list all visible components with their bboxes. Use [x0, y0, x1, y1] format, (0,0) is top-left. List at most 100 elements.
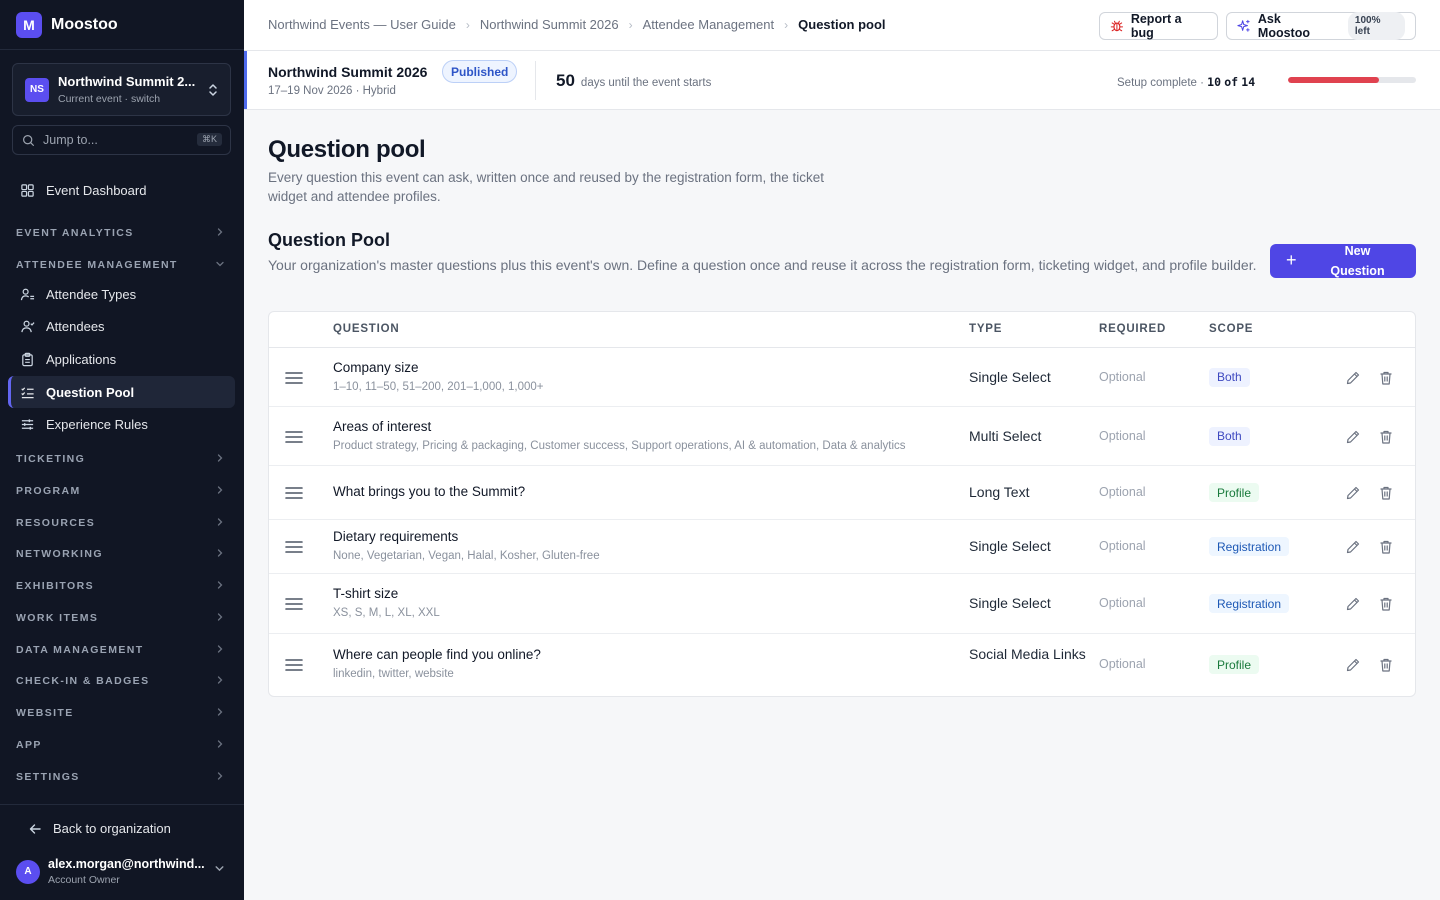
breadcrumb: Northwind Events — User Guide › Northwin… — [268, 17, 886, 32]
drag-handle-icon[interactable] — [285, 371, 303, 385]
top-bar: Northwind Events — User Guide › Northwin… — [244, 0, 1440, 51]
event-switcher[interactable]: NS Northwind Summit 2... Current event ·… — [12, 63, 231, 116]
setup-progress-text: Setup complete · 10 of 14 — [1117, 75, 1255, 89]
sidebar-item-applications[interactable]: Applications — [8, 343, 235, 375]
question-type: Long Text — [969, 484, 1030, 500]
question-title: Where can people find you online? — [333, 647, 541, 662]
status-badge: Published — [442, 60, 518, 83]
column-required[interactable]: REQUIRED — [1099, 323, 1166, 335]
event-name: Northwind Summit 2026 — [268, 64, 428, 80]
sidebar-item-attendee-types[interactable]: Attendee Types — [8, 278, 235, 310]
section-label: RESOURCES — [16, 517, 96, 529]
setup-label: Setup complete · — [1117, 77, 1204, 89]
sidebar-item-event-dashboard[interactable]: Event Dashboard — [8, 174, 235, 206]
breadcrumb-item[interactable]: Northwind Summit 2026 — [480, 17, 619, 32]
back-to-organization-link[interactable]: Back to organization — [28, 821, 171, 836]
pencil-icon[interactable] — [1345, 429, 1361, 445]
table-row[interactable]: T-shirt size XS, S, M, L, XL, XXL Single S… — [269, 574, 1415, 634]
drag-handle-icon[interactable] — [285, 540, 303, 554]
trash-icon[interactable] — [1378, 539, 1394, 555]
sidebar-item-label: Applications — [46, 351, 117, 367]
sidebar: M Moostoo NS Northwind Summit 2... Curre… — [0, 0, 244, 900]
chevron-up-down-icon — [208, 82, 218, 99]
jump-to-input[interactable]: Jump to... ⌘K — [12, 125, 231, 155]
trash-icon[interactable] — [1378, 370, 1394, 386]
column-scope[interactable]: SCOPE — [1209, 323, 1253, 335]
pencil-icon[interactable] — [1345, 657, 1361, 673]
question-title: Areas of interest — [333, 418, 432, 434]
section-ticketing[interactable]: TICKETING — [16, 449, 227, 469]
question-required: Optional — [1099, 596, 1146, 610]
section-label: ATTENDEE MANAGEMENT — [16, 259, 178, 271]
trash-icon[interactable] — [1378, 657, 1394, 673]
table-row[interactable]: Areas of interest Product strategy, Prici… — [269, 407, 1415, 466]
section-label: EXHIBITORS — [16, 580, 94, 592]
section-data-management[interactable]: DATA MANAGEMENT — [16, 640, 227, 660]
pencil-icon[interactable] — [1345, 485, 1361, 501]
drag-handle-icon[interactable] — [285, 430, 303, 444]
trash-icon[interactable] — [1378, 596, 1394, 612]
question-title: Dietary requirements — [333, 529, 459, 544]
section-exhibitors[interactable]: EXHIBITORS — [16, 576, 227, 596]
brand[interactable]: M Moostoo — [0, 0, 244, 50]
sidebar-item-question-pool[interactable]: Question Pool — [8, 376, 235, 408]
question-type: Single Select — [969, 538, 1051, 554]
section-work-items[interactable]: WORK ITEMS — [16, 608, 227, 628]
scope-badge: Both — [1209, 426, 1250, 446]
section-label: TICKETING — [16, 453, 86, 465]
setup-of: of — [1224, 75, 1239, 89]
chevron-right-icon — [217, 228, 223, 236]
pencil-icon[interactable] — [1345, 539, 1361, 555]
new-question-button[interactable]: + New Question — [1270, 244, 1416, 278]
sidebar-item-label: Attendee Types — [46, 286, 137, 302]
column-type[interactable]: TYPE — [969, 323, 1002, 335]
sidebar-item-experience-rules[interactable]: Experience Rules — [8, 408, 235, 440]
section-event-analytics[interactable]: EVENT ANALYTICS — [16, 223, 227, 243]
section-program[interactable]: PROGRAM — [16, 481, 227, 501]
event-switcher-subtitle: Current event · switch — [58, 93, 161, 105]
event-badge: NS — [25, 77, 49, 102]
days-label: days until the event starts — [580, 77, 712, 89]
chevron-right-icon — [217, 708, 223, 716]
page-title: Question pool — [268, 136, 426, 163]
section-label: PROGRAM — [16, 485, 81, 497]
table-row[interactable]: Dietary requirements None, Vegetarian, Ve… — [269, 520, 1415, 574]
question-table: QUESTION TYPE REQUIRED SCOPE Company siz… — [268, 311, 1416, 697]
report-bug-button[interactable]: Report a bug — [1099, 12, 1218, 40]
chevron-right-icon — [217, 518, 223, 526]
breadcrumb-item[interactable]: Northwind Events — User Guide — [268, 17, 456, 32]
ask-moostoo-button[interactable]: Ask Moostoo 100% left — [1226, 12, 1416, 40]
section-resources[interactable]: RESOURCES — [16, 513, 227, 533]
section-app[interactable]: APP — [16, 735, 227, 755]
table-row[interactable]: Company size 1–10, 11–50, 51–200, 201–1,0… — [269, 348, 1415, 407]
question-required: Optional — [1099, 369, 1146, 384]
grid-icon — [21, 183, 34, 197]
trash-icon[interactable] — [1378, 485, 1394, 501]
trash-icon[interactable] — [1378, 429, 1394, 445]
event-status-strip: Northwind Summit 2026 Published 17–19 No… — [244, 51, 1440, 110]
scope-badge: Registration — [1209, 594, 1290, 613]
section-checkin-badges[interactable]: CHECK-IN & BADGES — [16, 671, 227, 691]
chevron-right-icon: › — [465, 17, 470, 32]
pool-description: Your organization's master questions plu… — [268, 257, 1257, 273]
user-menu[interactable]: A alex.morgan@northwind... Account Owner — [16, 857, 231, 886]
drag-handle-icon[interactable] — [285, 597, 303, 611]
drag-handle-icon[interactable] — [285, 486, 303, 500]
column-question[interactable]: QUESTION — [333, 323, 399, 335]
drag-handle-icon[interactable] — [285, 658, 303, 672]
pencil-icon[interactable] — [1345, 370, 1361, 386]
section-networking[interactable]: NETWORKING — [16, 544, 227, 564]
question-required: Optional — [1099, 539, 1146, 553]
section-website[interactable]: WEBSITE — [16, 703, 227, 723]
breadcrumb-item[interactable]: Attendee Management — [643, 17, 775, 32]
sidebar-item-attendees[interactable]: Attendees — [8, 310, 235, 342]
sidebar-item-label: Attendees — [46, 318, 105, 334]
section-attendee-management[interactable]: ATTENDEE MANAGEMENT — [16, 255, 227, 275]
user-tag-icon — [20, 288, 35, 300]
chevron-right-icon — [217, 613, 223, 621]
back-label: Back to organization — [53, 821, 171, 836]
section-settings[interactable]: SETTINGS — [16, 767, 227, 787]
table-row[interactable]: Where can people find you online? linkedi… — [269, 634, 1415, 696]
table-row[interactable]: What brings you to the Summit? Long Text O… — [269, 466, 1415, 520]
pencil-icon[interactable] — [1345, 596, 1361, 612]
